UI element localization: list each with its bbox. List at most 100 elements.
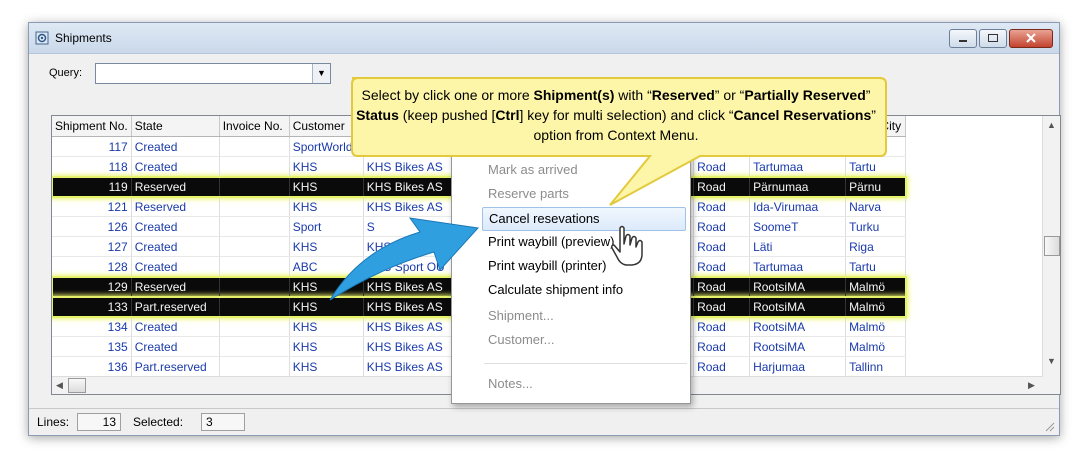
maximize-button[interactable]: [979, 29, 1007, 48]
cell-no: 127: [52, 236, 132, 257]
selected-label: Selected:: [133, 415, 184, 429]
scroll-up-icon[interactable]: ▲: [1047, 120, 1056, 130]
cell-state: Reserved: [131, 196, 220, 217]
selected-count: 3: [201, 413, 245, 431]
cell-state: Part.reserved: [131, 356, 220, 377]
cell-invoice: [219, 316, 290, 337]
menu-item-calculate-shipment-info[interactable]: Calculate shipment info: [488, 279, 623, 301]
menu-item-print-waybill-printer[interactable]: Print waybill (printer): [488, 255, 606, 277]
cell-invoice: [219, 256, 290, 277]
cell-transport: Road: [693, 156, 751, 177]
query-label: Query:: [49, 67, 83, 79]
menu-item-mark-as-arrived[interactable]: Mark as arrived: [488, 159, 578, 181]
cell-name: KHS Bikes AS: [363, 316, 459, 337]
cell-customer: Sport: [289, 216, 364, 237]
minimize-button[interactable]: [949, 29, 977, 48]
menu-item-print-waybill-preview[interactable]: Print waybill (preview): [488, 231, 614, 253]
column-header[interactable]: Shipment No.: [52, 116, 132, 137]
close-icon: [1026, 33, 1036, 43]
cell-city: Malmö: [845, 296, 907, 317]
cell-state: Created: [131, 256, 220, 277]
cell-no: 118: [52, 156, 132, 177]
cell-state: Reserved: [131, 276, 220, 297]
cell-transport: Road: [693, 196, 751, 217]
cell-state: Created: [131, 156, 220, 177]
cell-customer: KHS: [289, 316, 364, 337]
scroll-down-icon[interactable]: ▼: [1047, 356, 1056, 366]
cell-no: 126: [52, 216, 132, 237]
cell-transport: Road: [693, 316, 751, 337]
cell-invoice: [219, 216, 290, 237]
cell-invoice: [219, 236, 290, 257]
cell-invoice: [219, 136, 290, 157]
menu-item-shipment[interactable]: Shipment...: [488, 305, 554, 327]
menu-item-notes[interactable]: Notes...: [488, 373, 533, 395]
cell-invoice: [219, 276, 290, 297]
horizontal-scroll-thumb[interactable]: [68, 378, 86, 393]
vertical-scrollbar[interactable]: ▲ ▼: [1042, 116, 1060, 394]
cell-no: 134: [52, 316, 132, 337]
cell-invoice: [219, 356, 290, 377]
menu-item-cancel-resevations[interactable]: Cancel resevations: [482, 207, 686, 231]
cell-name: KHS Bikes AS: [363, 176, 459, 197]
query-select[interactable]: ▼: [95, 63, 331, 84]
menu-item-reserve-parts[interactable]: Reserve parts: [488, 183, 569, 205]
cell-zone: Tartumaa: [749, 256, 847, 277]
cell-state: Created: [131, 316, 220, 337]
close-button[interactable]: [1009, 29, 1053, 48]
cell-no: 128: [52, 256, 132, 277]
cell-customer: KHS: [289, 156, 364, 177]
cell-city: Tartu: [845, 156, 907, 177]
cell-city: Riga: [845, 236, 907, 257]
cell-city: Narva: [845, 196, 907, 217]
cell-name: KHS Bikes AS: [363, 276, 459, 297]
scroll-left-icon[interactable]: ◀: [56, 380, 63, 391]
cell-no: 117: [52, 136, 132, 157]
cell-transport: Road: [693, 236, 751, 257]
cell-city: Tallinn: [845, 356, 907, 377]
cell-name: KHS Bikes AS: [363, 236, 459, 257]
cell-customer: KHS: [289, 336, 364, 357]
cell-no: 133: [52, 296, 132, 317]
cell-transport: Road: [693, 276, 751, 297]
column-header[interactable]: State: [131, 116, 220, 137]
column-header[interactable]: Invoice No.: [219, 116, 290, 137]
cell-name: KHS Bikes AS: [363, 356, 459, 377]
scroll-right-icon[interactable]: ▶: [1028, 380, 1035, 391]
cell-no: 121: [52, 196, 132, 217]
dropdown-arrow-icon[interactable]: ▼: [312, 64, 330, 83]
cell-city: Tartu: [845, 256, 907, 277]
cell-state: Created: [131, 216, 220, 237]
title-bar[interactable]: Shipments: [29, 23, 1059, 54]
callout-text: Select by click one or more Shipment(s) …: [356, 87, 876, 143]
cell-name: ABC Sport OÜ: [363, 256, 459, 277]
cell-invoice: [219, 196, 290, 217]
cell-transport: Road: [693, 336, 751, 357]
cell-state: Created: [131, 336, 220, 357]
resize-grip-icon[interactable]: [1043, 420, 1055, 432]
cell-name: KHS Bikes AS: [363, 196, 459, 217]
vertical-scroll-thumb[interactable]: [1044, 236, 1060, 256]
cell-zone: Ida-Virumaa: [749, 196, 847, 217]
cell-state: Created: [131, 236, 220, 257]
cell-no: 119: [52, 176, 132, 197]
menu-separator: [484, 363, 687, 364]
cell-transport: Road: [693, 296, 751, 317]
cell-invoice: [219, 336, 290, 357]
menu-item-customer[interactable]: Customer...: [488, 329, 554, 351]
cell-customer: ABC: [289, 256, 364, 277]
shipments-icon: [35, 31, 49, 45]
cell-customer: KHS: [289, 176, 364, 197]
cell-name: KHS Bikes AS: [363, 296, 459, 317]
cell-city: Malmö: [845, 336, 907, 357]
cell-zone: RootsiMA: [749, 276, 847, 297]
cell-zone: RootsiMA: [749, 316, 847, 337]
cell-name: KHS Bikes AS: [363, 336, 459, 357]
cell-transport: Road: [693, 256, 751, 277]
cell-name: S: [363, 216, 459, 237]
cell-transport: Road: [693, 356, 751, 377]
context-menu: Create Collective invoice Mark as arrived…: [451, 130, 691, 404]
cell-city: Pärnu: [845, 176, 907, 197]
cell-state: Part.reserved: [131, 296, 220, 317]
hand-cursor-icon: [611, 225, 643, 266]
